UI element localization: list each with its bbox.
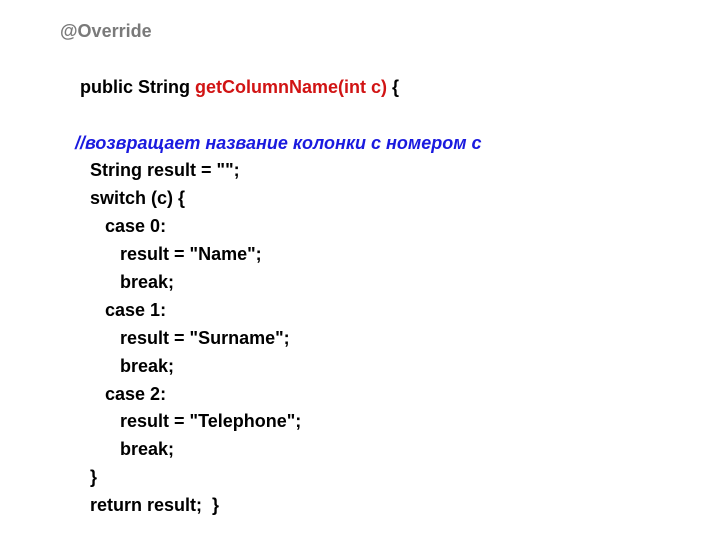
code-line: return result; } — [60, 492, 720, 520]
comment-line: //возвращает название колонки с номером … — [60, 130, 720, 158]
method-declaration: public String getColumnName(int c) { — [60, 46, 720, 130]
code-line: String result = ""; — [60, 157, 720, 185]
code-line: break; — [60, 436, 720, 464]
code-line: case 2: — [60, 381, 720, 409]
code-block: @Override public String getColumnName(in… — [0, 0, 720, 520]
code-line: case 1: — [60, 297, 720, 325]
code-line: result = "Name"; — [60, 241, 720, 269]
code-line: switch (c) { — [60, 185, 720, 213]
code-line: break; — [60, 353, 720, 381]
code-line: } — [60, 464, 720, 492]
keyword-public-string: public String — [80, 77, 195, 97]
annotation-override: @Override — [60, 18, 720, 46]
code-line: break; — [60, 269, 720, 297]
code-line: case 0: — [60, 213, 720, 241]
code-line: result = "Surname"; — [60, 325, 720, 353]
brace-open: { — [387, 77, 399, 97]
code-line: result = "Telephone"; — [60, 408, 720, 436]
method-name: getColumnName(int c) — [195, 77, 387, 97]
